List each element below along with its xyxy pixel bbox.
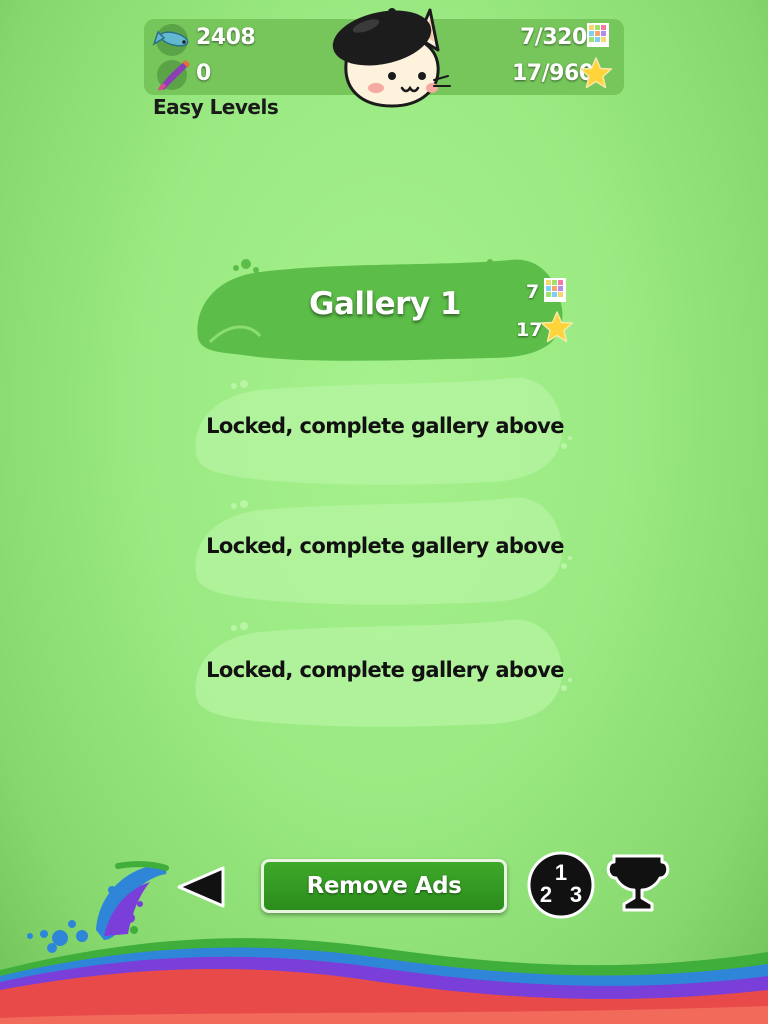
- cat-mascot-icon: [332, 8, 451, 108]
- gallery-title: Gallery 1: [309, 286, 462, 322]
- difficulty-subtitle: Easy Levels: [153, 95, 279, 119]
- easy-levels-screen: { "header": { "fish_count": "2408", "pai…: [0, 0, 768, 1024]
- gallery-card-locked-4[interactable]: Locked, complete gallery above: [190, 616, 580, 732]
- fish-icon: [152, 24, 189, 56]
- remove-ads-button[interactable]: Remove Ads: [261, 859, 507, 913]
- paintbrush-count: 0: [196, 61, 211, 86]
- paintbrush-icon: [157, 60, 190, 91]
- leaderboard-icon[interactable]: 1 2 3: [526, 850, 596, 920]
- locked-message: Locked, complete gallery above: [206, 658, 564, 682]
- leaderboard-digit-3: 3: [570, 882, 582, 907]
- fish-count: 2408: [196, 25, 256, 50]
- gallery-puzzles-count: 7: [526, 281, 540, 303]
- puzzle-grid-icon: [587, 23, 609, 47]
- puzzles-progress: 7/320: [520, 25, 587, 50]
- locked-message: Locked, complete gallery above: [206, 414, 564, 438]
- leaderboard-digit-1: 1: [555, 860, 567, 885]
- back-arrow-icon[interactable]: [175, 864, 229, 910]
- trophy-icon[interactable]: [604, 852, 672, 914]
- gallery-stars-count: 17: [516, 319, 543, 341]
- remove-ads-label: Remove Ads: [306, 873, 462, 899]
- puzzle-grid-icon: [544, 278, 566, 302]
- gallery-card-locked-3[interactable]: Locked, complete gallery above: [190, 494, 580, 610]
- leaderboard-digit-2: 2: [540, 882, 552, 907]
- gallery-card-1[interactable]: Gallery 1 7 17: [190, 252, 580, 368]
- star-icon: [540, 311, 574, 343]
- gallery-card-locked-2[interactable]: Locked, complete gallery above: [190, 374, 580, 490]
- locked-message: Locked, complete gallery above: [206, 534, 564, 558]
- star-icon: [579, 57, 613, 89]
